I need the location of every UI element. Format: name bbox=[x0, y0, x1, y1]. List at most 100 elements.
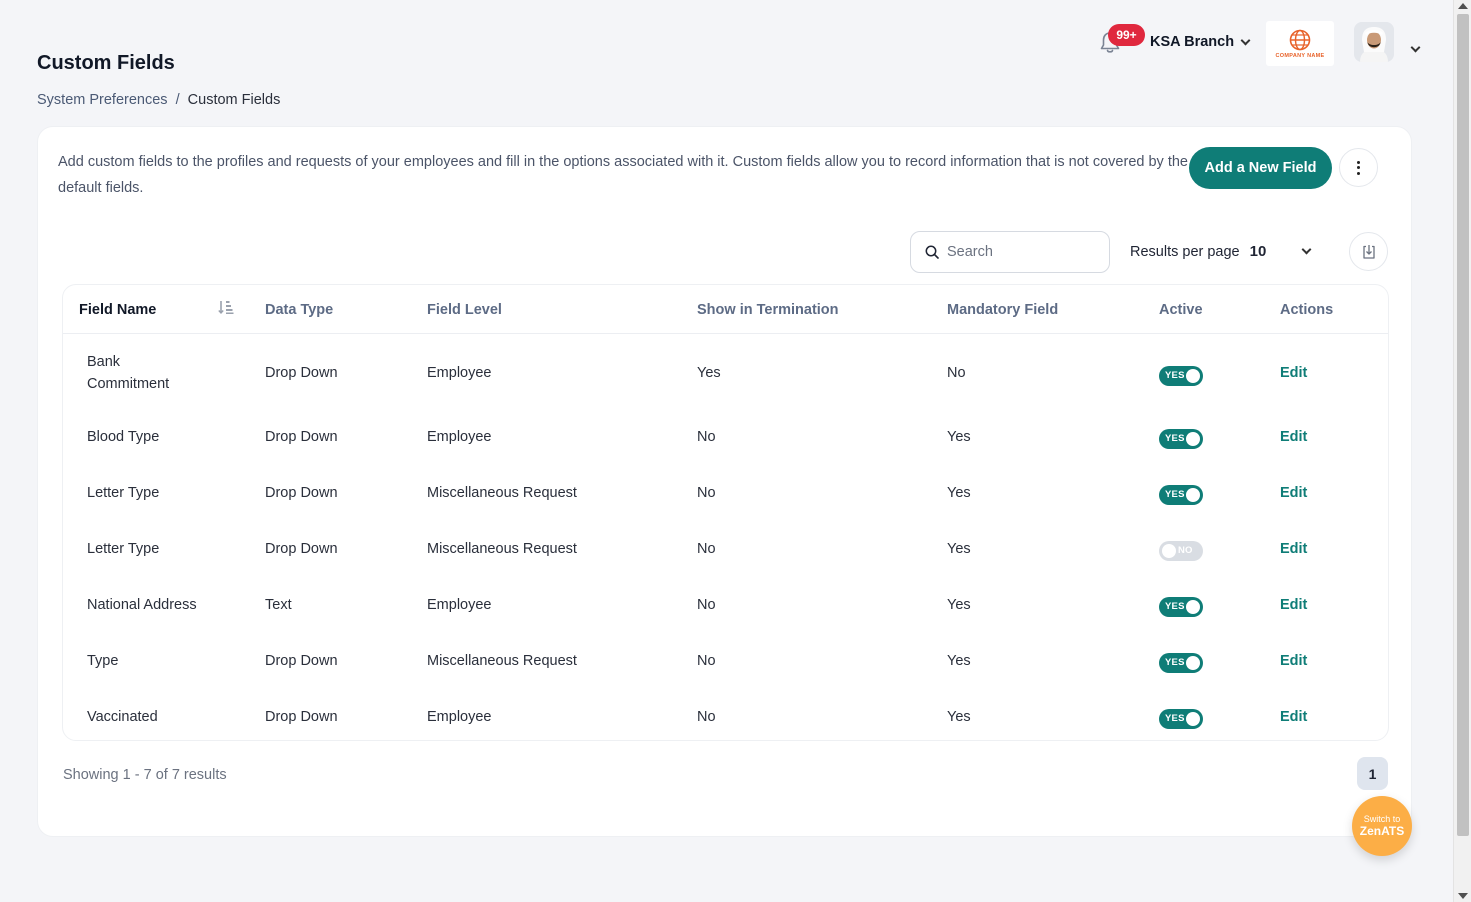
active-toggle[interactable]: YES bbox=[1159, 709, 1203, 729]
field-name-cell: Bank Commitment bbox=[87, 354, 170, 392]
branch-selector[interactable]: KSA Branch bbox=[1150, 34, 1251, 50]
field-level-cell: Miscellaneous Request bbox=[427, 541, 577, 557]
show-in-termination-cell: No bbox=[697, 709, 716, 725]
column-header-field-name[interactable]: Field Name bbox=[79, 302, 156, 318]
table-row: Vaccinated Drop Down Employee No Yes YES… bbox=[63, 706, 1388, 762]
field-name-cell: Vaccinated bbox=[87, 709, 158, 725]
mandatory-field-cell: Yes bbox=[947, 709, 971, 725]
toggle-label: YES bbox=[1165, 489, 1185, 500]
page-title: Custom Fields bbox=[37, 52, 175, 74]
data-type-cell: Drop Down bbox=[265, 485, 338, 501]
field-level-cell: Miscellaneous Request bbox=[427, 485, 577, 501]
toggle-label: YES bbox=[1165, 601, 1185, 612]
company-logo: COMPANY NAME bbox=[1266, 21, 1334, 66]
field-level-cell: Miscellaneous Request bbox=[427, 653, 577, 669]
field-level-cell: Employee bbox=[427, 597, 492, 613]
column-header-field-level[interactable]: Field Level bbox=[427, 302, 502, 318]
mandatory-field-cell: Yes bbox=[947, 653, 971, 669]
scroll-up-arrow-icon[interactable] bbox=[1458, 3, 1468, 9]
edit-link[interactable]: Edit bbox=[1280, 650, 1307, 672]
mandatory-field-cell: Yes bbox=[947, 597, 971, 613]
pagination-page-button[interactable]: 1 bbox=[1357, 757, 1388, 790]
results-summary: Showing 1 - 7 of 7 results bbox=[63, 767, 227, 783]
download-button[interactable] bbox=[1349, 232, 1388, 271]
zen-button-line1: Switch to bbox=[1363, 814, 1401, 824]
mandatory-field-cell: Yes bbox=[947, 485, 971, 501]
breadcrumb-current: Custom Fields bbox=[187, 92, 281, 108]
results-per-page: Results per page 10 bbox=[1130, 243, 1312, 260]
toggle-label: YES bbox=[1165, 657, 1185, 668]
toggle-label: YES bbox=[1165, 713, 1185, 724]
scrollbar-thumb[interactable] bbox=[1457, 14, 1469, 836]
breadcrumb-parent[interactable]: System Preferences bbox=[37, 92, 168, 108]
show-in-termination-cell: No bbox=[697, 485, 716, 501]
column-header-active[interactable]: Active bbox=[1159, 302, 1203, 318]
zen-button-line2: ZenATS bbox=[1359, 824, 1405, 838]
edit-link[interactable]: Edit bbox=[1280, 482, 1307, 504]
field-name-cell: National Address bbox=[87, 597, 197, 613]
branch-label: KSA Branch bbox=[1150, 34, 1235, 50]
field-name-cell: Type bbox=[87, 653, 119, 669]
column-header-mandatory-field[interactable]: Mandatory Field bbox=[947, 302, 1058, 318]
table-row: Type Drop Down Miscellaneous Request No … bbox=[63, 650, 1388, 706]
field-level-cell: Employee bbox=[427, 429, 492, 445]
search-input[interactable] bbox=[947, 244, 1087, 260]
results-per-page-value: 10 bbox=[1249, 243, 1267, 260]
field-name-cell: Letter Type bbox=[87, 485, 160, 501]
column-header-data-type[interactable]: Data Type bbox=[265, 302, 333, 318]
field-level-cell: Employee bbox=[427, 709, 492, 725]
table-row: Blood Type Drop Down Employee No Yes YES… bbox=[63, 426, 1388, 482]
show-in-termination-cell: No bbox=[697, 429, 716, 445]
active-toggle[interactable]: YES bbox=[1159, 429, 1203, 449]
toggle-label: YES bbox=[1165, 370, 1185, 381]
show-in-termination-cell: No bbox=[697, 541, 716, 557]
custom-fields-table: Field Name Data Type Field Level Show in… bbox=[62, 284, 1389, 741]
add-new-field-button[interactable]: Add a New Field bbox=[1189, 147, 1332, 189]
results-per-page-select[interactable]: 10 bbox=[1249, 243, 1312, 260]
table-header: Field Name Data Type Field Level Show in… bbox=[63, 285, 1388, 334]
description-text: Add custom fields to the profiles and re… bbox=[58, 154, 1188, 196]
search-icon bbox=[925, 245, 939, 259]
active-toggle[interactable]: NO bbox=[1159, 541, 1203, 561]
page-scrollbar[interactable] bbox=[1453, 0, 1471, 902]
notification-badge: 99+ bbox=[1108, 24, 1145, 46]
switch-to-zenats-button[interactable]: Switch to ZenATS bbox=[1352, 796, 1412, 856]
edit-link[interactable]: Edit bbox=[1280, 538, 1307, 560]
scroll-down-arrow-icon[interactable] bbox=[1458, 893, 1468, 899]
show-in-termination-cell: No bbox=[697, 597, 716, 613]
user-menu-chevron[interactable] bbox=[1410, 38, 1421, 56]
table-row: Letter Type Drop Down Miscellaneous Requ… bbox=[63, 482, 1388, 538]
active-toggle[interactable]: YES bbox=[1159, 653, 1203, 673]
active-toggle[interactable]: YES bbox=[1159, 485, 1203, 505]
table-row: Letter Type Drop Down Miscellaneous Requ… bbox=[63, 538, 1388, 594]
chevron-down-icon bbox=[1410, 42, 1421, 53]
sort-icon[interactable] bbox=[218, 299, 234, 320]
company-logo-text: COMPANY NAME bbox=[1275, 53, 1325, 59]
data-type-cell: Drop Down bbox=[265, 653, 338, 669]
download-icon bbox=[1362, 244, 1375, 259]
edit-link[interactable]: Edit bbox=[1280, 706, 1307, 728]
table-row: Bank Commitment Drop Down Employee Yes N… bbox=[63, 351, 1388, 407]
edit-link[interactable]: Edit bbox=[1280, 594, 1307, 616]
active-toggle[interactable]: YES bbox=[1159, 366, 1203, 386]
field-name-cell: Letter Type bbox=[87, 541, 160, 557]
more-options-button[interactable] bbox=[1339, 148, 1378, 187]
breadcrumb-separator: / bbox=[175, 92, 180, 108]
data-type-cell: Drop Down bbox=[265, 709, 338, 725]
show-in-termination-cell: Yes bbox=[697, 365, 721, 381]
data-type-cell: Drop Down bbox=[265, 365, 338, 381]
edit-link[interactable]: Edit bbox=[1280, 362, 1307, 384]
edit-link[interactable]: Edit bbox=[1280, 426, 1307, 448]
search-box bbox=[910, 231, 1110, 273]
data-type-cell: Drop Down bbox=[265, 541, 338, 557]
active-toggle[interactable]: YES bbox=[1159, 597, 1203, 617]
column-header-show-in-termination[interactable]: Show in Termination bbox=[697, 302, 839, 318]
mandatory-field-cell: No bbox=[947, 365, 966, 381]
column-header-actions: Actions bbox=[1280, 302, 1334, 318]
avatar[interactable] bbox=[1354, 22, 1394, 62]
data-type-cell: Drop Down bbox=[265, 429, 338, 445]
toggle-label: NO bbox=[1178, 545, 1193, 556]
custom-fields-card: Add custom fields to the profiles and re… bbox=[37, 126, 1412, 837]
more-vertical-icon bbox=[1357, 160, 1360, 175]
chevron-down-icon bbox=[1301, 244, 1312, 255]
